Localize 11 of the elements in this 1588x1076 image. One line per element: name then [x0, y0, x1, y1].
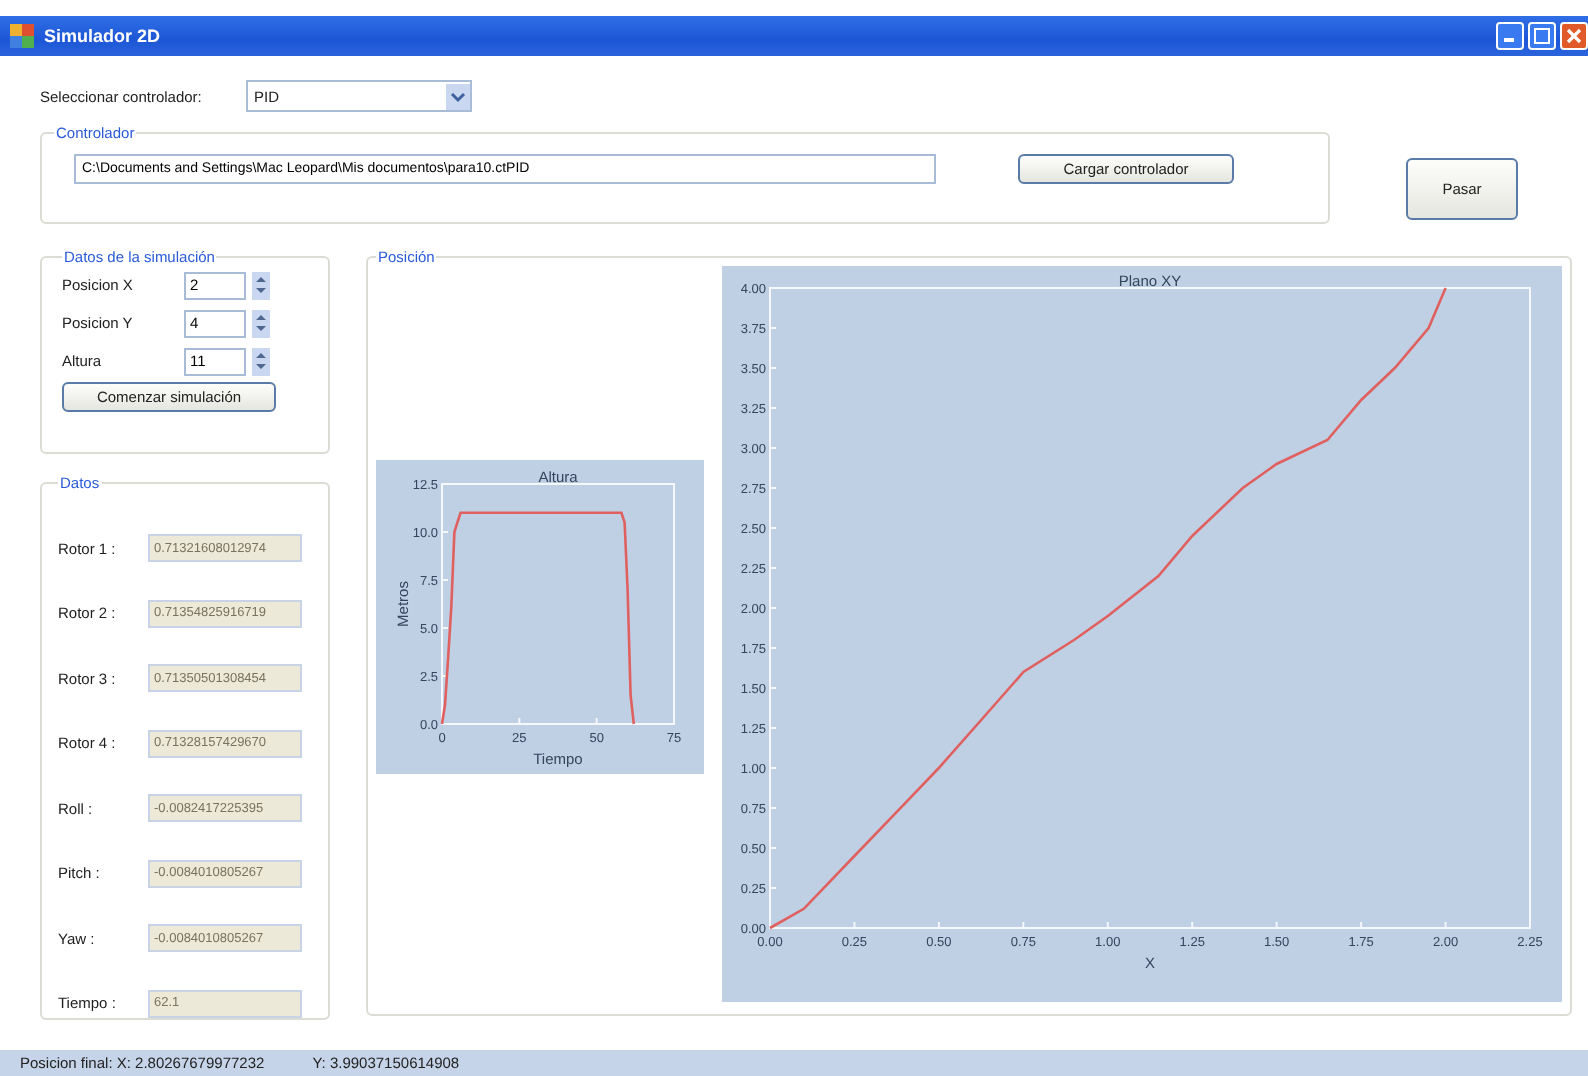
caret-icon [446, 83, 470, 109]
window-title: Simulador 2D [44, 26, 161, 46]
app-icon [8, 22, 36, 50]
spin-button[interactable] [252, 347, 270, 375]
minimize-button[interactable] [1496, 22, 1524, 50]
spin-button[interactable] [252, 271, 270, 299]
spin-button[interactable] [252, 309, 270, 337]
close-button[interactable] [1560, 22, 1588, 50]
maximize-button[interactable] [1528, 22, 1556, 50]
close-icon [1566, 28, 1582, 44]
maximize-icon [1534, 28, 1550, 44]
